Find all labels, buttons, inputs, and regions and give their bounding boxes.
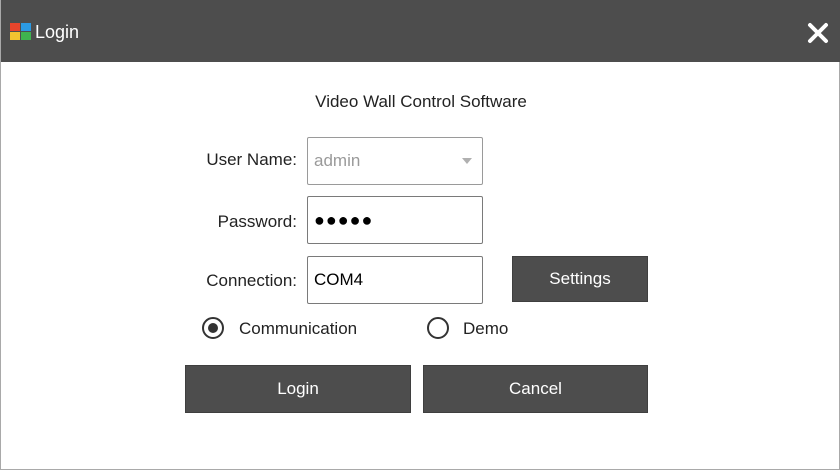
login-button[interactable]: Login — [185, 365, 411, 413]
radio-communication[interactable] — [202, 317, 224, 339]
password-value: ●●●●● — [314, 209, 374, 230]
username-label: User Name: — [206, 150, 297, 169]
username-combobox[interactable]: admin — [307, 137, 483, 185]
connection-label: Connection: — [206, 271, 297, 290]
window-title: Login — [35, 22, 80, 42]
login-dialog: Login Video Wall Control Software User N… — [0, 0, 840, 470]
chevron-down-icon[interactable] — [462, 158, 472, 164]
title-bar[interactable]: Login — [1, 0, 840, 62]
settings-button[interactable]: Settings — [512, 256, 648, 302]
cancel-button[interactable]: Cancel — [423, 365, 648, 413]
radio-selected-dot — [208, 323, 218, 333]
radio-demo-label[interactable]: Demo — [463, 319, 508, 339]
close-button[interactable] — [801, 16, 835, 50]
password-input[interactable]: ●●●●● — [307, 196, 483, 244]
app-logo-icon — [10, 23, 32, 41]
password-label: Password: — [217, 212, 297, 231]
radio-demo[interactable] — [427, 317, 449, 339]
radio-communication-label[interactable]: Communication — [239, 319, 357, 339]
username-value: admin — [314, 151, 361, 170]
connection-value: COM4 — [314, 270, 364, 289]
connection-input[interactable]: COM4 — [307, 256, 483, 304]
app-heading: Video Wall Control Software — [315, 92, 527, 111]
close-icon — [808, 23, 828, 43]
